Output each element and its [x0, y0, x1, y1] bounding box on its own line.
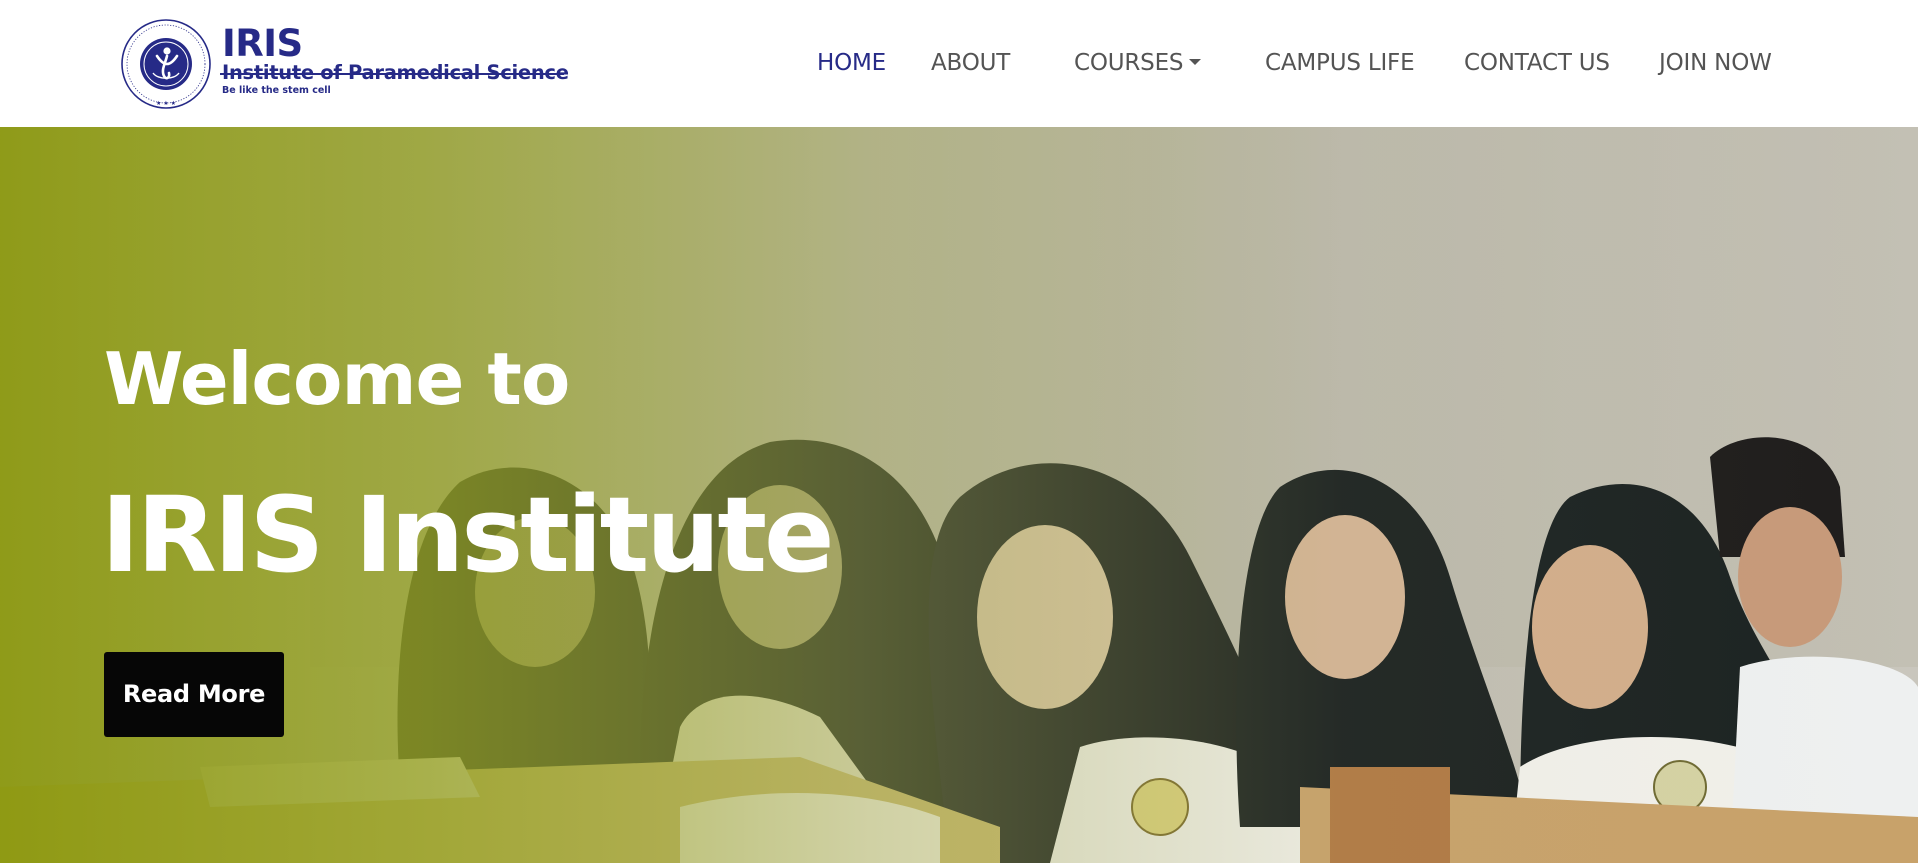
svg-text:★ ★ ★: ★ ★ ★: [156, 100, 176, 107]
hero-welcome-text: Welcome to: [104, 337, 570, 421]
iris-seal-logo: ★ ★ ★: [121, 19, 211, 109]
logo-link[interactable]: ★ ★ ★ IRIS Institute of Paramedical Scie…: [120, 18, 570, 110]
caret-down-icon: [1189, 59, 1202, 65]
nav-item-about[interactable]: ABOUT: [931, 47, 1010, 79]
logo-tagline: Be like the stem cell: [222, 85, 331, 96]
logo-wordmark: IRIS Institute of Paramedical Science Be…: [222, 22, 569, 97]
nav-item-courses-label: COURSES: [1074, 50, 1184, 76]
logo-title: IRIS: [222, 22, 303, 65]
logo-underline: [220, 73, 564, 75]
nav-item-courses[interactable]: COURSES: [1074, 47, 1202, 79]
nav-item-contact-us[interactable]: CONTACT US: [1464, 47, 1610, 79]
hero-title: IRIS Institute: [101, 474, 835, 596]
hero-banner: Welcome to IRIS Institute Read More: [0, 127, 1918, 863]
site-header: ★ ★ ★ IRIS Institute of Paramedical Scie…: [0, 0, 1918, 127]
nav-item-join-now[interactable]: JOIN NOW: [1659, 47, 1772, 79]
nav-item-campus-life[interactable]: CAMPUS LIFE: [1265, 47, 1415, 79]
read-more-button[interactable]: Read More: [104, 652, 284, 737]
nav-item-home[interactable]: HOME: [817, 47, 886, 79]
